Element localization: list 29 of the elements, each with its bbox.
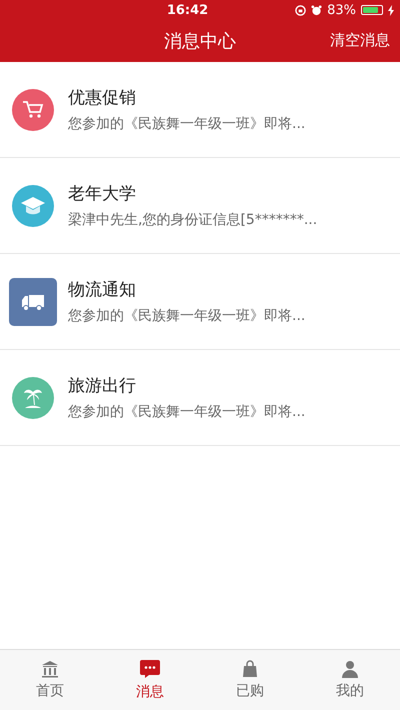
message-preview: 梁津中先生,您的身份证信息[5*******... — [68, 211, 318, 229]
graduation-cap-icon — [20, 196, 46, 216]
person-icon — [341, 660, 359, 678]
message-row[interactable]: 老年大学 梁津中先生,您的身份证信息[5*******... — [0, 158, 400, 254]
message-title: 物流通知 — [68, 279, 137, 301]
clear-messages-button[interactable]: 清空消息 — [330, 31, 390, 50]
battery-icon — [361, 5, 383, 15]
battery-percent: 83% — [327, 2, 356, 18]
bag-icon — [241, 660, 259, 678]
message-title: 老年大学 — [68, 183, 137, 205]
message-row[interactable]: 优惠促销 您参加的《民族舞一年级一班》即将... — [0, 62, 400, 158]
tab-bar-item[interactable]: 首页 — [0, 650, 100, 710]
message-preview: 您参加的《民族舞一年级一班》即将... — [68, 307, 306, 325]
rotation-lock-icon — [295, 4, 306, 16]
message-preview: 您参加的《民族舞一年级一班》即将... — [68, 115, 306, 133]
message-title: 旅游出行 — [68, 375, 137, 397]
message-row[interactable]: 旅游出行 您参加的《民族舞一年级一班》即将... — [0, 350, 400, 446]
alarm-icon — [311, 4, 322, 16]
chat-icon — [139, 659, 161, 679]
cart-icon — [22, 100, 44, 120]
tab-bar-item[interactable]: 已购 — [200, 650, 300, 710]
tab-bar-item[interactable]: 消息 — [100, 650, 200, 710]
page-title: 消息中心 — [164, 30, 236, 53]
message-row[interactable]: 物流通知 您参加的《民族舞一年级一班》即将... — [0, 254, 400, 350]
tab-bar-item[interactable]: 我的 — [300, 650, 400, 710]
message-title: 优惠促销 — [68, 87, 137, 109]
message-preview: 您参加的《民族舞一年级一班》即将... — [68, 403, 306, 421]
clock: 16:42 — [166, 2, 210, 18]
bank-icon — [41, 660, 59, 678]
